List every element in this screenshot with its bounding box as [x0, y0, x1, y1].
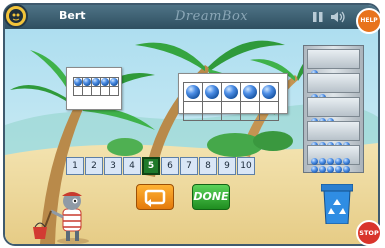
frame-cell	[221, 82, 241, 102]
rack-balls	[311, 106, 335, 125]
frame-cell	[100, 77, 110, 87]
frame-cell	[100, 86, 110, 96]
number-tile-2[interactable]: 2	[85, 157, 103, 175]
undo-button[interactable]	[136, 184, 174, 210]
brand-logo: DreamBox	[175, 9, 249, 24]
frame-cell	[221, 101, 241, 121]
help-button[interactable]: HELP	[356, 8, 382, 34]
counter-ball	[110, 78, 118, 86]
counter-ball	[205, 85, 219, 99]
frame-cell	[73, 86, 83, 96]
counter-ball	[224, 85, 238, 99]
frame-cell	[240, 101, 260, 121]
ten-frame-left	[73, 77, 119, 96]
frame-cell	[259, 101, 279, 121]
rack-slot[interactable]	[307, 49, 360, 77]
frame-cell	[240, 82, 260, 102]
rack-ball	[319, 166, 326, 173]
counter-ball	[92, 78, 100, 86]
number-tile-5[interactable]: 5	[142, 157, 160, 175]
sound-icon[interactable]	[330, 11, 346, 23]
counter-ball	[262, 85, 276, 99]
ten-frame-right	[183, 82, 279, 121]
frame-cell	[109, 77, 119, 87]
rack-balls	[311, 58, 319, 77]
number-tile-6[interactable]: 6	[161, 157, 179, 175]
rack-ball	[327, 166, 334, 173]
undo-arrow-icon	[144, 189, 166, 207]
avatar-icon	[9, 9, 23, 23]
rack-balls	[311, 82, 327, 101]
number-tile-1[interactable]: 1	[66, 157, 84, 175]
ten-frame-card-right[interactable]	[178, 73, 288, 121]
counter-ball	[243, 85, 257, 99]
number-tile-10[interactable]: 10	[237, 157, 255, 175]
number-line: 1 2 3 4 5 6 7 8 9 10	[66, 157, 256, 177]
recycle-bin[interactable]	[321, 184, 353, 224]
frame-cell	[109, 86, 119, 96]
rack-balls	[311, 146, 351, 173]
frame-cell	[202, 101, 222, 121]
rack-slot[interactable]	[307, 97, 360, 125]
frame-cell	[183, 101, 203, 121]
username-label: Bert	[59, 9, 86, 22]
number-tile-8[interactable]: 8	[199, 157, 217, 175]
frame-cell	[259, 82, 279, 102]
frame-cell	[91, 77, 101, 87]
number-tile-3[interactable]: 3	[104, 157, 122, 175]
rack-ball	[335, 166, 342, 173]
counter-ball	[101, 78, 109, 86]
stop-button[interactable]: STOP	[356, 220, 382, 246]
pause-icon[interactable]	[312, 11, 324, 23]
rack-slot[interactable]	[307, 121, 360, 149]
rack-slot[interactable]	[307, 73, 360, 101]
number-tile-9[interactable]: 9	[218, 157, 236, 175]
game-window: Bert DreamBox 1 2 3 4 5 6 7 8 9 10 DONE …	[0, 0, 385, 248]
counter-ball	[83, 78, 91, 86]
frame-cell	[73, 77, 83, 87]
frame-cell	[183, 82, 203, 102]
rack-balls	[311, 130, 351, 149]
done-button[interactable]: DONE	[192, 184, 230, 210]
ten-frame-card-left[interactable]	[66, 67, 122, 110]
avatar	[4, 4, 28, 28]
frame-cell	[202, 82, 222, 102]
number-tile-7[interactable]: 7	[180, 157, 198, 175]
game-screen: Bert DreamBox 1 2 3 4 5 6 7 8 9 10 DONE	[3, 3, 380, 246]
counter-ball	[186, 85, 200, 99]
frame-cell	[82, 77, 92, 87]
ball-rack	[303, 45, 364, 173]
number-tile-4[interactable]: 4	[123, 157, 141, 175]
rack-ball	[343, 166, 350, 173]
frame-cell	[91, 86, 101, 96]
rack-ball	[311, 166, 318, 173]
rack-slot[interactable]	[307, 145, 360, 173]
frame-cell	[82, 86, 92, 96]
counter-ball	[74, 78, 82, 86]
